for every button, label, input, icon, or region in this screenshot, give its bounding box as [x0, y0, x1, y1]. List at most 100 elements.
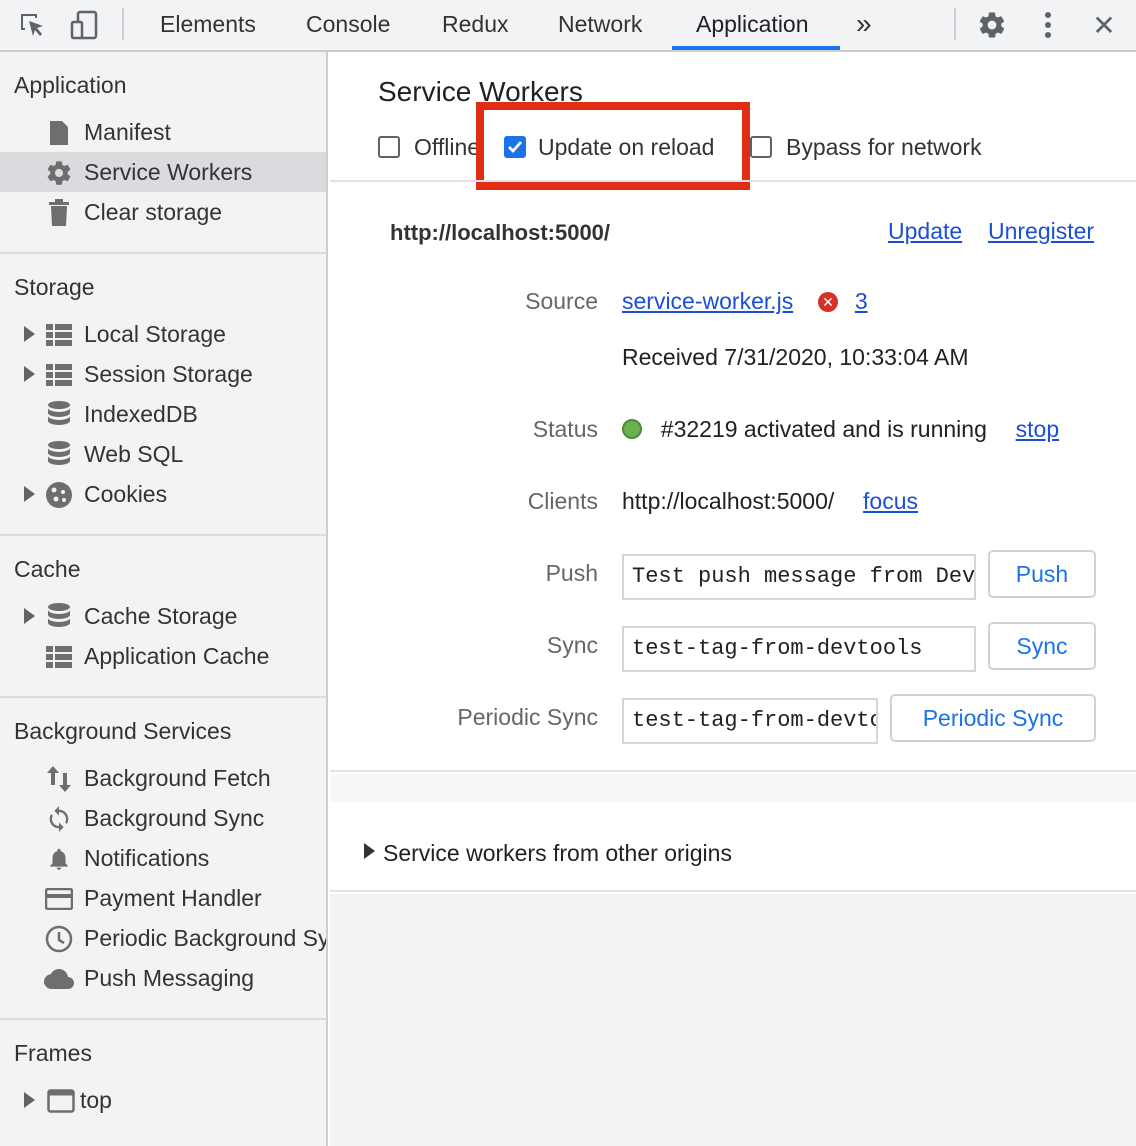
tab-application[interactable]: Application [696, 0, 809, 50]
clock-icon [44, 924, 74, 954]
sidebar-item-label: Background Sync [84, 805, 265, 831]
error-icon: ✕ [818, 292, 839, 312]
stop-link[interactable]: stop [1016, 416, 1059, 442]
sidebar-item-label: Cookies [84, 481, 168, 507]
toolbar-separator [122, 8, 124, 40]
sidebar-item-label: Application Cache [84, 643, 270, 669]
sync-label: Sync [546, 632, 598, 658]
expand-arrow-icon[interactable] [24, 326, 35, 342]
sidebar-item-label: Web SQL [84, 441, 184, 467]
sidebar-item-cache-storage[interactable]: Cache Storage [0, 596, 326, 636]
active-tab-indicator [672, 46, 840, 50]
expand-arrow-icon[interactable] [24, 1092, 35, 1108]
sync-tag-input[interactable]: test-tag-from-devtools [622, 626, 976, 672]
toolbar-separator [954, 8, 956, 40]
cloud-icon [44, 964, 74, 994]
bypass-for-network-option[interactable]: Bypass for network [750, 132, 982, 162]
section-title-background-services: Background Services [14, 718, 232, 744]
expand-arrow-icon[interactable] [24, 366, 35, 382]
source-value: service-worker.js ✕ 3 [622, 288, 868, 315]
more-tabs-button[interactable]: » [856, 0, 872, 50]
sidebar-item-label: IndexedDB [84, 401, 198, 427]
push-button[interactable]: Push [988, 550, 1096, 598]
sidebar-item-session-storage[interactable]: Session Storage [0, 354, 326, 394]
sidebar-item-label: top [80, 1087, 112, 1113]
sidebar-item-frame-top[interactable]: top [0, 1080, 326, 1120]
expand-arrow-icon[interactable] [24, 486, 35, 502]
sidebar-item-periodic-background-sync[interactable]: Periodic Background Sync [0, 918, 328, 958]
section-divider [0, 534, 326, 536]
unregister-link[interactable]: Unregister [988, 218, 1094, 245]
sidebar-item-local-storage[interactable]: Local Storage [0, 314, 326, 354]
tab-console[interactable]: Console [306, 0, 390, 50]
client-url: http://localhost:5000/ [622, 488, 835, 514]
tab-redux[interactable]: Redux [442, 0, 508, 50]
sidebar-item-service-workers[interactable]: Service Workers [0, 152, 326, 192]
sidebar-item-background-sync[interactable]: Background Sync [0, 798, 326, 838]
section-title-frames: Frames [14, 1040, 92, 1066]
up-down-arrows-icon [44, 764, 74, 794]
database-icon [44, 602, 74, 632]
sidebar-item-label: Clear storage [84, 199, 223, 225]
section-divider [0, 696, 326, 698]
section-divider [0, 252, 326, 254]
bypass-for-network-checkbox[interactable] [750, 136, 772, 158]
other-origins-toggle[interactable]: Service workers from other origins [364, 838, 732, 868]
empty-area [330, 894, 1136, 1146]
section-spacer [330, 774, 1136, 802]
clients-label: Clients [527, 488, 598, 514]
error-count-link[interactable]: 3 [855, 288, 868, 314]
bell-icon [44, 844, 74, 874]
expand-arrow-icon [364, 843, 375, 859]
tab-network[interactable]: Network [558, 0, 642, 50]
sidebar-item-label: Cache Storage [84, 603, 238, 629]
more-options-icon[interactable] [1030, 8, 1066, 42]
sidebar-item-web-sql[interactable]: Web SQL [0, 434, 326, 474]
sidebar-item-payment-handler[interactable]: Payment Handler [0, 878, 326, 918]
source-file-link[interactable]: service-worker.js [622, 288, 793, 314]
frame-icon [46, 1086, 76, 1116]
sidebar-item-cookies[interactable]: Cookies [0, 474, 326, 514]
other-origins-label: Service workers from other origins [383, 840, 732, 866]
update-link[interactable]: Update [888, 218, 962, 245]
periodic-sync-tag-input[interactable]: test-tag-from-devtools [622, 698, 878, 744]
gear-icon [44, 158, 74, 188]
sidebar-item-label: Push Messaging [84, 965, 255, 991]
status-label: Status [532, 416, 598, 442]
bypass-for-network-label: Bypass for network [786, 133, 982, 160]
database-icon [44, 400, 74, 430]
sidebar-item-application-cache[interactable]: Application Cache [0, 636, 326, 676]
offline-checkbox[interactable] [378, 136, 400, 158]
database-icon [44, 440, 74, 470]
sidebar-item-label: Periodic Background Sync [84, 925, 328, 951]
periodic-sync-label: Periodic Sync [457, 704, 598, 730]
sidebar-item-notifications[interactable]: Notifications [0, 838, 326, 878]
sidebar-item-label: Session Storage [84, 361, 253, 387]
offline-option[interactable]: Offline [378, 132, 480, 162]
section-divider [330, 770, 1136, 772]
sidebar-item-background-fetch[interactable]: Background Fetch [0, 758, 326, 798]
push-message-input[interactable]: Test push message from DevTools. [622, 554, 976, 600]
section-title-storage: Storage [14, 274, 95, 300]
sync-button[interactable]: Sync [988, 622, 1096, 670]
worker-origin: http://localhost:5000/ [390, 220, 611, 245]
trash-icon [44, 198, 74, 228]
device-toolbar-icon[interactable] [66, 8, 102, 42]
application-sidebar: Application Manifest Service Workers Cle… [0, 52, 328, 1146]
inspect-element-icon[interactable] [14, 8, 50, 42]
close-devtools-icon[interactable]: ✕ [1086, 8, 1122, 42]
expand-arrow-icon[interactable] [24, 608, 35, 624]
focus-link[interactable]: focus [863, 488, 918, 514]
sidebar-item-label: Payment Handler [84, 885, 262, 911]
tab-elements[interactable]: Elements [160, 0, 256, 50]
grid-icon [44, 320, 74, 350]
section-title-application: Application [14, 72, 127, 98]
periodic-sync-button[interactable]: Periodic Sync [890, 694, 1096, 742]
sidebar-item-indexeddb[interactable]: IndexedDB [0, 394, 326, 434]
sidebar-item-manifest[interactable]: Manifest [0, 112, 326, 152]
sidebar-item-push-messaging[interactable]: Push Messaging [0, 958, 326, 998]
received-timestamp: Received 7/31/2020, 10:33:04 AM [622, 344, 969, 370]
settings-gear-icon[interactable] [974, 8, 1010, 42]
sidebar-item-clear-storage[interactable]: Clear storage [0, 192, 326, 232]
highlight-annotation-box [476, 102, 750, 190]
